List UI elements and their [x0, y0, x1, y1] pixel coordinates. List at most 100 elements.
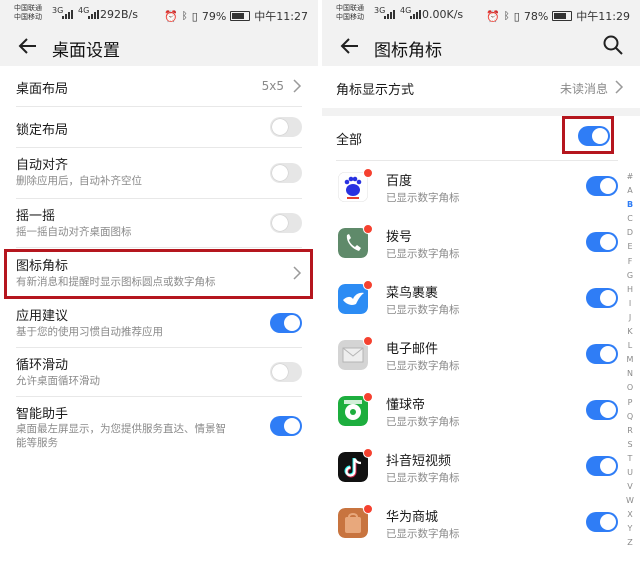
highlight-frame	[562, 116, 614, 154]
alphabet-index[interactable]: # A B C D E F G H I J K L M N O P Q R S T U V W X Y Z	[624, 170, 636, 551]
badge-dot	[363, 336, 373, 346]
setting-title: 锁定布局	[16, 123, 69, 138]
setting-desktop-layout[interactable]: 桌面布局 5x5	[16, 66, 302, 107]
badge-dot	[363, 448, 373, 458]
setting-title: 摇一摇	[16, 209, 56, 224]
app-toggle-douyin[interactable]	[586, 456, 618, 476]
app-header: 图标角标	[322, 28, 640, 66]
alphabet-letter[interactable]: B	[627, 198, 633, 212]
setting-title: 桌面布局	[16, 82, 69, 97]
highlight-frame	[4, 249, 313, 299]
alphabet-letter[interactable]: M	[627, 353, 634, 367]
setting-title: 自动对齐	[16, 158, 69, 173]
app-toggle-dialer[interactable]	[586, 232, 618, 252]
back-arrow-icon[interactable]	[338, 34, 362, 58]
status-bar: 中国联通 中国移动 3G 4G 292B/s ⏰ ᛒ ▯ 79% 中午11:27	[0, 0, 318, 28]
app-row-douyin: 抖音短视频 已显示数字角标	[336, 444, 618, 500]
alphabet-letter[interactable]: W	[626, 494, 634, 508]
loop-scroll-toggle[interactable]	[270, 362, 302, 382]
alphabet-letter[interactable]: C	[627, 212, 633, 226]
app-status: 已显示数字角标	[386, 248, 460, 260]
system-icons: ⏰ ᛒ ▯ 79% 中午11:27	[164, 8, 308, 24]
page-title: 桌面设置	[52, 41, 120, 61]
setting-subtitle: 删除应用后，自动补齐空位	[16, 175, 142, 187]
carrier-1: 中国联通	[336, 4, 364, 12]
alphabet-letter[interactable]: E	[627, 240, 632, 254]
signal-icon-2	[410, 10, 421, 19]
alphabet-letter[interactable]: G	[627, 269, 633, 283]
alphabet-letter[interactable]: P	[628, 396, 633, 410]
alphabet-letter[interactable]: Y	[628, 522, 633, 536]
alphabet-letter[interactable]: S	[627, 438, 632, 452]
settings-list: 桌面布局 5x5 锁定布局 自动对齐 删除应用后，自动补齐空位 摇一摇 摇一摇自…	[0, 66, 318, 567]
alphabet-letter[interactable]: R	[627, 424, 633, 438]
alphabet-letter[interactable]: A	[627, 184, 632, 198]
alphabet-letter[interactable]: U	[627, 466, 633, 480]
alphabet-letter[interactable]: N	[627, 367, 633, 381]
app-status: 已显示数字角标	[386, 304, 460, 316]
search-icon[interactable]	[602, 34, 624, 56]
alphabet-letter[interactable]: O	[627, 381, 633, 395]
setting-subtitle-line2: 能等服务	[16, 437, 58, 449]
app-row-email: 电子邮件 已显示数字角标	[336, 332, 618, 388]
app-toggle-vmall[interactable]	[586, 512, 618, 532]
setting-lock-layout: 锁定布局	[16, 107, 302, 148]
lock-layout-toggle[interactable]	[270, 117, 302, 137]
bluetooth-icon: ᛒ	[503, 10, 510, 22]
app-badge-list: 全部 百度 已显示数字角标 拨号 已显示数字角标 菜鸟裹裹 已显示数字角标 电子…	[322, 116, 640, 567]
bluetooth-icon: ᛒ	[181, 10, 188, 22]
system-icons: ⏰ ᛒ ▯ 78% 中午11:29	[486, 8, 630, 24]
alphabet-letter[interactable]: T	[628, 452, 633, 466]
alphabet-letter[interactable]: L	[628, 339, 632, 353]
back-arrow-icon[interactable]	[16, 34, 40, 58]
carrier-info: 中国联通 中国移动	[14, 4, 42, 22]
app-status: 已显示数字角标	[386, 360, 460, 372]
auto-align-toggle[interactable]	[270, 163, 302, 183]
app-toggle-baidu[interactable]	[586, 176, 618, 196]
shake-toggle[interactable]	[270, 213, 302, 233]
signal-icon	[384, 10, 395, 19]
badge-dot	[363, 280, 373, 290]
alphabet-letter[interactable]: H	[627, 283, 633, 297]
chevron-right-icon	[293, 79, 302, 93]
app-suggestions-toggle[interactable]	[270, 313, 302, 333]
alphabet-letter[interactable]: V	[627, 480, 632, 494]
smart-assistant-toggle[interactable]	[270, 416, 302, 436]
battery-percent: 79%	[201, 9, 227, 23]
alphabet-letter[interactable]: F	[628, 255, 633, 269]
app-name: 电子邮件	[386, 342, 439, 357]
status-bar: 中国联通 中国移动 3G 4G 0.00K/s ⏰ ᛒ ▯ 78% 中午11:2…	[322, 0, 640, 28]
vibrate-icon: ▯	[513, 9, 520, 23]
app-name: 拨号	[386, 230, 413, 245]
alphabet-letter[interactable]: #	[627, 170, 634, 184]
clock: 中午11:27	[254, 10, 308, 23]
alphabet-letter[interactable]: X	[627, 508, 632, 522]
app-toggle-email[interactable]	[586, 344, 618, 364]
alphabet-letter[interactable]: D	[627, 226, 633, 240]
desktop-settings-screen: 中国联通 中国移动 3G 4G 292B/s ⏰ ᛒ ▯ 79% 中午11:27…	[0, 0, 318, 567]
alphabet-letter[interactable]: J	[629, 311, 631, 325]
chevron-right-icon	[615, 80, 624, 94]
app-status: 已显示数字角标	[386, 416, 460, 428]
app-row-baidu: 百度 已显示数字角标	[336, 164, 618, 220]
net-speed: 0.00K/s	[422, 8, 464, 21]
alphabet-letter[interactable]: K	[627, 325, 632, 339]
screenshot-pair: 中国联通 中国移动 3G 4G 292B/s ⏰ ᛒ ▯ 79% 中午11:27…	[0, 0, 640, 567]
battery-icon	[230, 11, 251, 21]
app-toggle-cainiao[interactable]	[586, 288, 618, 308]
display-mode-value: 未读消息	[559, 82, 608, 96]
icon-badge-screen: 中国联通 中国移动 3G 4G 0.00K/s ⏰ ᛒ ▯ 78% 中午11:2…	[322, 0, 640, 567]
badge-dot	[363, 392, 373, 402]
alphabet-letter[interactable]: Z	[627, 536, 632, 550]
app-header: 桌面设置	[0, 28, 318, 66]
alarm-icon: ⏰	[164, 9, 178, 23]
app-name: 抖音短视频	[386, 454, 452, 469]
alphabet-letter[interactable]: Q	[627, 410, 633, 424]
app-name: 菜鸟裹裹	[386, 286, 439, 301]
badge-display-mode-row[interactable]: 角标显示方式 未读消息	[322, 66, 640, 108]
signal-icon-2	[88, 10, 99, 19]
carrier-2: 中国移动	[14, 13, 42, 21]
setting-smart-assistant: 智能助手 桌面最左屏显示，为您提供服务直达、情景智 能等服务	[16, 397, 302, 459]
app-toggle-dongqiudi[interactable]	[586, 400, 618, 420]
alphabet-letter[interactable]: I	[629, 297, 631, 311]
